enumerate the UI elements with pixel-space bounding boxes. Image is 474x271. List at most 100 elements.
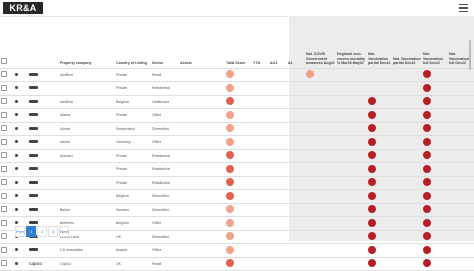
row-checkbox[interactable]	[1, 152, 7, 159]
vaccination-full-1	[422, 81, 448, 96]
country-header[interactable]: Country of Listing	[115, 18, 151, 69]
table-row[interactable]: CA Immobilien Austria Office	[0, 243, 474, 258]
assets	[179, 135, 201, 150]
table-row[interactable]: British Land UK Diversified	[0, 230, 474, 244]
row-dot-icon	[15, 113, 18, 117]
excess-mortality-header[interactable]: Regional cum. excess mortality % Mar20-M…	[336, 18, 367, 69]
country-of-listing: Private	[115, 176, 151, 190]
covid-measures	[305, 68, 336, 82]
assets-header[interactable]: Assets	[179, 18, 201, 69]
change-12-header[interactable]: Δ/12	[269, 18, 287, 69]
vaccination-partial-header-2[interactable]: Nat. Vaccination partial Dec22	[392, 18, 422, 69]
vaccination-partial-badge	[368, 245, 376, 254]
row-checkbox[interactable]	[1, 71, 7, 78]
vaccination-partial-2	[392, 230, 422, 244]
table-row[interactable]: Private Residential	[0, 176, 474, 190]
total-score-header[interactable]: Total Score	[225, 18, 252, 69]
vaccination-full-badge	[423, 110, 431, 119]
row-checkbox[interactable]	[1, 179, 7, 186]
vaccination-full-2	[448, 230, 474, 244]
covid-measures-header[interactable]: Nat. COVID Government measures Aug22	[305, 18, 336, 69]
ytd-header[interactable]: YTD	[252, 18, 269, 69]
table-row[interactable]: alstria Germany Office	[0, 135, 474, 150]
table-row[interactable]: Private Residential	[0, 162, 474, 177]
assets	[179, 68, 201, 82]
page-button[interactable]: Prev	[15, 226, 26, 237]
row-checkbox[interactable]	[1, 246, 7, 253]
assets	[179, 176, 201, 190]
company-logo-icon	[29, 99, 38, 103]
sector-header[interactable]: Sector	[151, 18, 179, 69]
table-row[interactable]: Aedifica Private Retail	[0, 68, 474, 82]
select-all-checkbox[interactable]	[1, 58, 7, 65]
total-score	[225, 122, 252, 136]
row-select	[0, 95, 14, 109]
ytd	[252, 203, 269, 217]
vaccination-full-badge	[423, 70, 431, 79]
country-of-listing: Belgium	[115, 189, 151, 204]
table-row[interactable]: Befimmo Belgium Office	[0, 216, 474, 231]
change-12	[269, 216, 287, 231]
table-row[interactable]: Aedifica Belgium Healthcare	[0, 95, 474, 109]
total-score	[225, 189, 252, 204]
row-checkbox[interactable]	[1, 206, 7, 213]
row-checkbox[interactable]	[1, 165, 7, 172]
assets	[179, 95, 201, 109]
row-checkbox[interactable]	[1, 125, 7, 132]
pagination: Prev 1 2 3 Next	[15, 226, 70, 237]
company-logo-icon	[29, 126, 38, 130]
vaccination-partial-2	[392, 216, 422, 231]
row-checkbox[interactable]	[1, 84, 7, 91]
table-row[interactable]: Annaert Private Residential	[0, 149, 474, 163]
table-row[interactable]: Private Residential	[0, 81, 474, 96]
assets	[179, 189, 201, 204]
vaccination-partial-header-1[interactable]: Nat. Vaccination partial Dec22	[367, 18, 392, 69]
page-button[interactable]: 1	[26, 226, 37, 237]
change-1-header[interactable]: Δ1	[287, 18, 305, 69]
vaccination-partial-1	[367, 95, 392, 109]
vaccination-full-1	[422, 257, 448, 271]
row-checkbox[interactable]	[1, 233, 7, 240]
change-12	[269, 257, 287, 271]
excess-mortality	[336, 68, 367, 82]
total-score-badge	[226, 97, 234, 106]
row-select	[0, 68, 14, 82]
page-button[interactable]: 2	[37, 226, 48, 237]
change-1	[287, 108, 305, 123]
vaccination-full-badge	[423, 124, 431, 133]
company-logo-icon	[29, 72, 38, 76]
country-of-listing: Austria	[115, 243, 151, 258]
hamburger-menu-icon[interactable]	[459, 4, 468, 12]
row-checkbox[interactable]	[1, 219, 7, 226]
vaccination-full-2	[448, 122, 474, 136]
ytd	[252, 68, 269, 82]
vertical-scrollbar[interactable]	[469, 40, 471, 70]
total-score	[225, 257, 252, 271]
change-12	[269, 162, 287, 177]
page-button[interactable]: 3	[48, 226, 59, 237]
row-checkbox[interactable]	[1, 138, 7, 145]
total-score	[225, 81, 252, 96]
table-row[interactable]: Balder Sweden Diversified	[0, 203, 474, 217]
vaccination-partial-1	[367, 149, 392, 163]
table-row[interactable]: Alfana Private Office	[0, 108, 474, 123]
page-button[interactable]: Next	[59, 226, 70, 237]
vaccination-full-2	[448, 68, 474, 82]
vaccination-full-1	[422, 176, 448, 190]
vaccination-partial-badge	[368, 178, 376, 187]
row-checkbox[interactable]	[1, 260, 7, 267]
company-header[interactable]: Property company	[59, 18, 115, 69]
app-logo[interactable]: KR&A	[3, 2, 43, 14]
vaccination-full-header-1[interactable]: Nat. Vaccination full Dec22	[422, 18, 448, 69]
table-row[interactable]: Allreal Switzerland Diversified	[0, 122, 474, 136]
row-marker	[14, 135, 28, 150]
row-checkbox[interactable]	[1, 111, 7, 118]
covid-measures	[305, 135, 336, 150]
total-score	[225, 68, 252, 82]
row-checkbox[interactable]	[1, 192, 7, 199]
table-row[interactable]: Belgium Diversified	[0, 189, 474, 204]
table-row[interactable]: capco CapCo UK Retail	[0, 257, 474, 271]
row-checkbox[interactable]	[1, 98, 7, 105]
excess-mortality	[336, 189, 367, 204]
country-of-listing: Private	[115, 68, 151, 82]
